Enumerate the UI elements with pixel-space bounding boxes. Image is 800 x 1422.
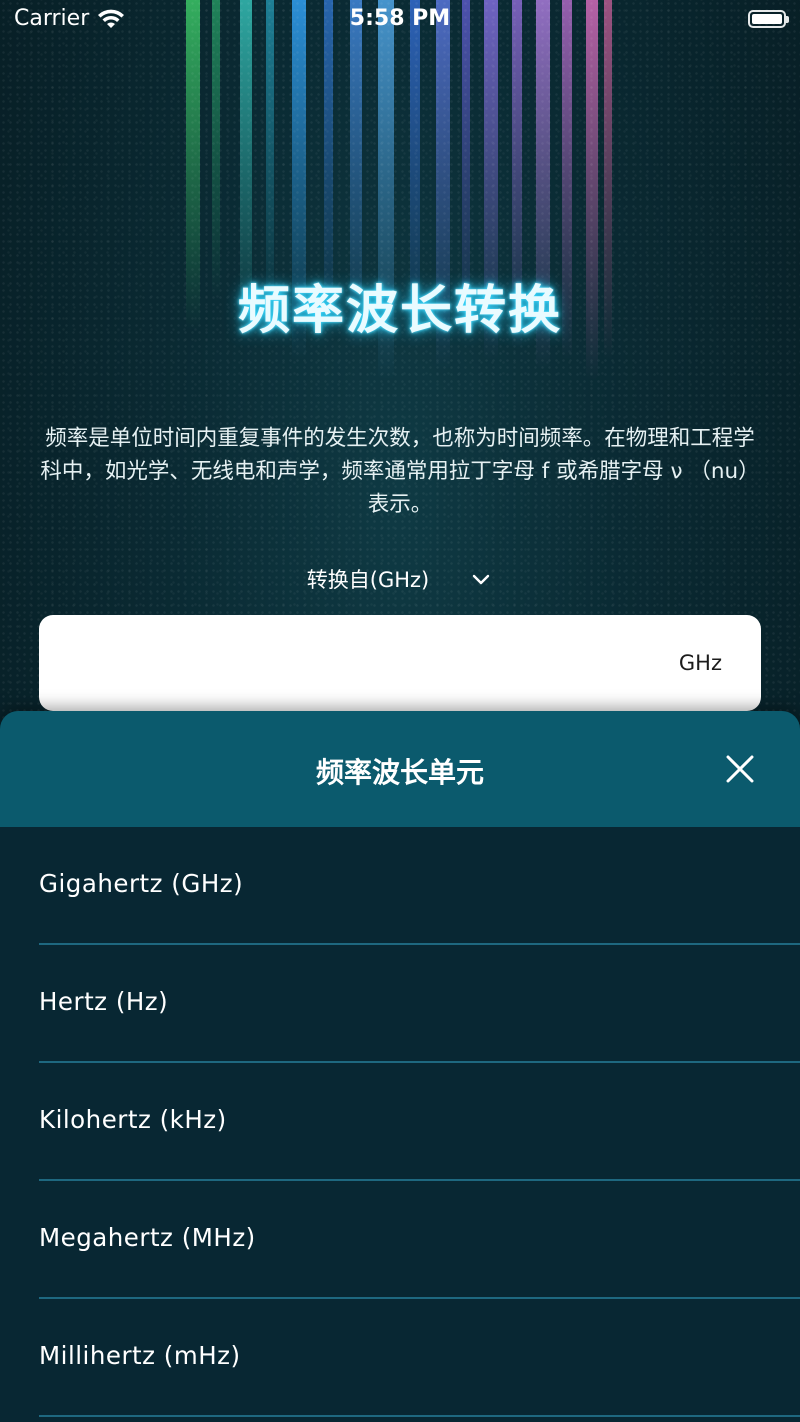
unit-option-label: Hertz (Hz) xyxy=(39,987,169,1016)
convert-from-selector[interactable]: 转换自(GHz) xyxy=(0,564,800,594)
unit-picker-sheet: 频率波长单元 Gigahertz (GHz) Hertz (Hz) Kilohe… xyxy=(0,711,800,1422)
chevron-down-icon xyxy=(469,567,493,591)
unit-option-label: Megahertz (MHz) xyxy=(39,1223,256,1252)
close-button[interactable] xyxy=(720,749,760,789)
unit-list: Gigahertz (GHz) Hertz (Hz) Kilohertz (kH… xyxy=(0,827,800,1417)
unit-option-hz[interactable]: Hertz (Hz) xyxy=(0,945,800,1063)
frequency-input-container: GHz xyxy=(39,615,761,713)
status-time: 5:58 PM xyxy=(349,6,451,31)
unit-option-millihertz[interactable]: Millihertz (mHz) xyxy=(0,1299,800,1417)
unit-option-ghz[interactable]: Gigahertz (GHz) xyxy=(0,827,800,945)
spectrum-background xyxy=(0,0,800,420)
battery-icon xyxy=(748,10,789,28)
unit-option-label: Kilohertz (kHz) xyxy=(39,1105,227,1134)
close-icon xyxy=(726,755,754,783)
frequency-converter-screen: Carrier 5:58 PM 频率波长转换 频率是单位时间内重复事件的发生次数… xyxy=(0,0,800,1422)
unit-option-mhz[interactable]: Megahertz (MHz) xyxy=(0,1181,800,1299)
unit-option-label: Gigahertz (GHz) xyxy=(39,869,244,898)
sheet-header: 频率波长单元 xyxy=(0,711,800,827)
frequency-description: 频率是单位时间内重复事件的发生次数，也称为时间频率。在物理和工程学科中，如光学、… xyxy=(40,426,760,517)
status-bar: Carrier 5:58 PM xyxy=(0,0,800,40)
input-unit-suffix: GHz xyxy=(678,651,722,675)
convert-from-label: 转换自(GHz) xyxy=(306,568,430,592)
unit-option-khz[interactable]: Kilohertz (kHz) xyxy=(0,1063,800,1181)
frequency-input[interactable] xyxy=(63,615,627,713)
page-title: 频率波长转换 xyxy=(237,281,562,341)
sheet-title: 频率波长单元 xyxy=(315,756,484,789)
unit-option-label: Millihertz (mHz) xyxy=(39,1341,241,1370)
